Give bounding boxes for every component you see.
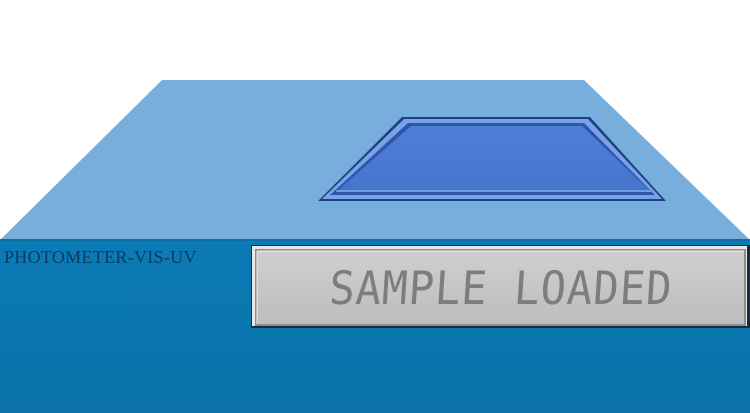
photometer-device: PHOTOMETER-VIS-UV SAMPLE LOADED	[0, 0, 750, 413]
display-readout: SAMPLE LOADED	[327, 261, 675, 315]
model-label: PHOTOMETER-VIS-UV	[4, 247, 197, 267]
photometer-body	[0, 80, 750, 413]
